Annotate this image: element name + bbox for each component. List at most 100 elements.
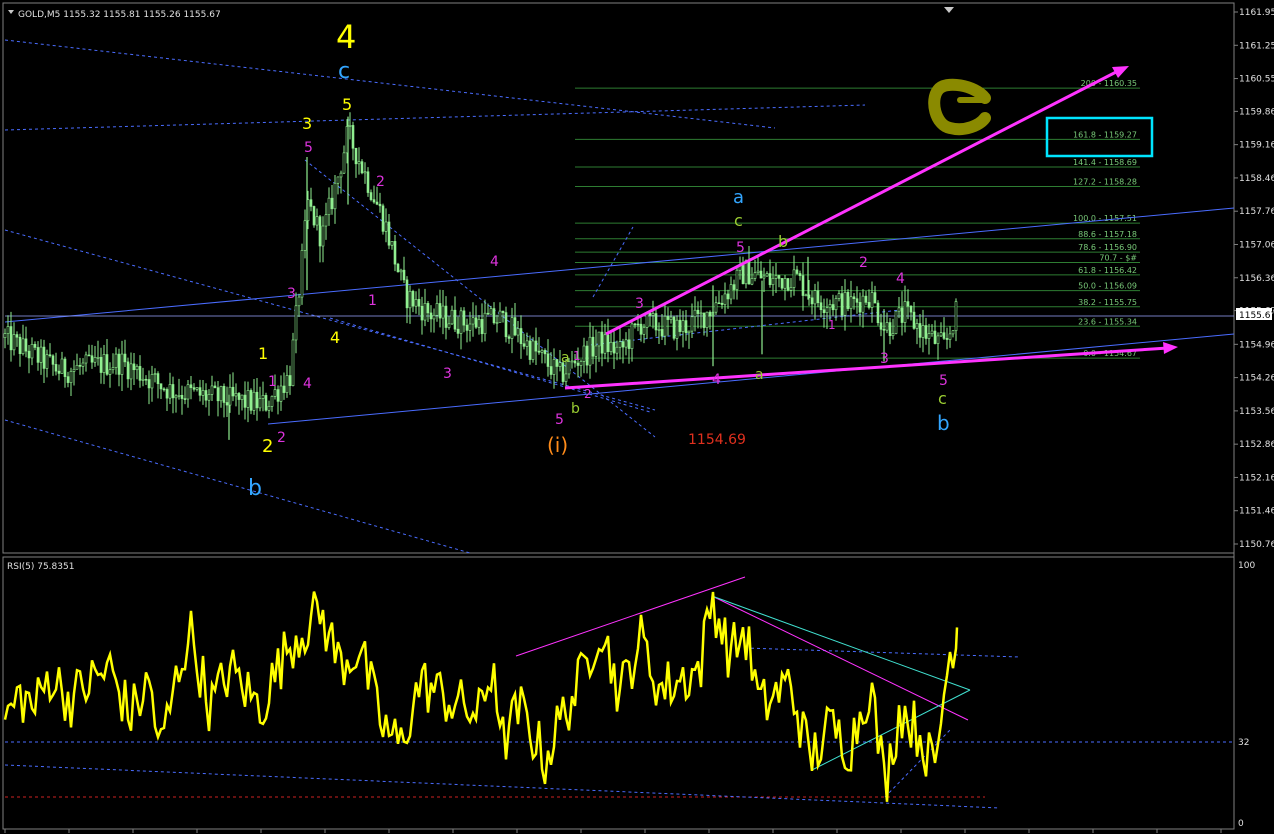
candle-body [378,203,382,207]
candle-body [531,340,535,360]
price-tick-label: 1153.56 [1239,407,1274,417]
candle-body [474,317,478,328]
candle-body [549,366,553,375]
candle-body [390,241,394,246]
candle-body [159,383,163,390]
candle-body [174,395,178,399]
candle-body [831,304,835,311]
candle-body [519,328,523,344]
fib-level-label: 141.4 - 1158.69 [1073,158,1137,167]
candle-body [909,305,913,313]
wave-label-m3: 3 [287,286,296,302]
candle-body [642,327,646,335]
candle-body [183,398,187,400]
candle-body [849,296,853,309]
wave-label-m5: 5 [304,140,313,156]
candle-body [411,290,415,307]
candle-body [555,359,559,367]
candle-body [201,390,205,396]
candle-body [66,376,70,383]
candle-body [414,299,418,307]
candle-body [222,386,226,403]
candle-body [600,331,604,354]
candle-body [381,205,385,232]
candle-body [45,354,49,369]
candle-body [210,385,214,395]
candle-body [675,319,679,339]
candle-body [687,330,691,334]
wave-label-g-a2: a [755,367,764,383]
candle-body [177,394,181,397]
wave-label-p1b: 1 [828,318,836,332]
candle-body [537,350,541,353]
candle-body [819,302,823,311]
wave-label-green-c: c [734,211,743,230]
wave-label-y3: 3 [302,114,312,133]
candle-body [240,394,244,400]
candle-body [927,333,931,339]
candle-body [72,368,76,372]
candle-body [84,354,88,364]
candle-body [828,304,832,309]
candle-body [735,269,739,290]
candle-body [6,326,10,334]
candle-body [12,334,16,351]
candle-body [486,312,490,315]
candle-body [651,313,655,316]
candle-body [870,292,874,308]
candle-body [120,353,124,375]
candle-body [360,161,364,174]
candle-body [327,197,331,216]
candle-body [639,323,643,335]
candle-body [207,394,211,401]
candle-body [117,353,121,375]
candle-body [618,341,622,348]
candle-body [447,323,451,328]
wave-label-m3b: 3 [443,366,452,382]
candle-body [48,354,52,357]
candle-body [906,301,910,307]
candle-body [324,214,328,227]
candle-body [765,273,769,277]
candle-body [321,225,325,247]
wave-label-g-bb: b [778,232,788,251]
candle-body [594,345,598,357]
candle-body [894,310,898,334]
candle-body [864,295,868,303]
wave-label-m1b: 1 [268,374,277,390]
candle-body [792,269,796,288]
candle-body [198,387,202,396]
candle-body [543,350,547,355]
candle-body [54,364,58,372]
candle-body [147,379,151,389]
candle-body [21,338,25,355]
candle-body [33,344,37,348]
candle-body [672,316,676,339]
candle-body [540,350,544,353]
fib-level-label: 127.2 - 1158.28 [1073,177,1137,186]
candle-body [420,305,424,321]
candle-body [102,354,106,373]
candle-body [78,364,82,367]
candle-body [363,171,367,174]
candle-body [834,298,838,311]
candle-body [423,303,427,321]
candle-body [528,340,532,360]
candle-body [732,284,736,290]
candle-body [333,182,337,210]
candle-body [438,303,442,319]
candle-body [921,325,925,338]
price-tick-label: 1154.96 [1239,340,1274,350]
candle-body [795,269,799,274]
candle-body [264,395,268,411]
candle-body [480,319,484,335]
candle-body [924,325,928,339]
candle-body [705,311,709,328]
candle-body [282,385,286,393]
candle-body [351,125,355,149]
chart-canvas: GOLD,M5 1155.32 1155.81 1155.26 1155.67 … [2,2,1274,833]
candle-body [954,301,958,332]
candle-body [3,333,7,338]
candle-body [180,394,184,399]
candle-body [846,292,850,309]
